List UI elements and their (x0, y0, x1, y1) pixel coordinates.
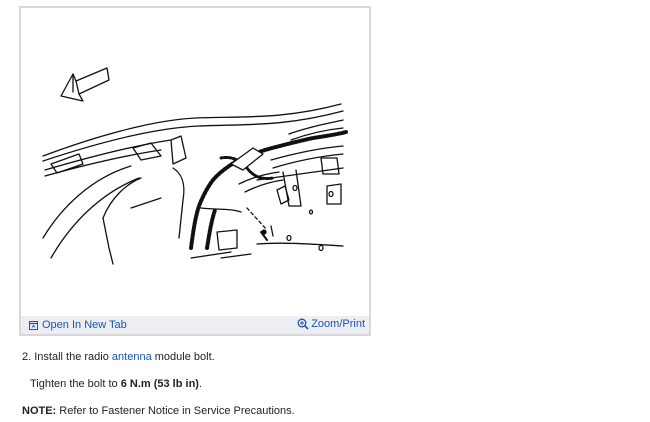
torque-text-after: . (198, 378, 203, 390)
zoom-print-label: Zoom/Print (311, 318, 365, 330)
open-in-new-tab-label: Open In New Tab (42, 319, 127, 331)
figure-toolbar: Open In New Tab Zoom/Print (21, 316, 369, 334)
step-instruction: 2. Install the radio antenna module bolt… (22, 351, 215, 363)
torque-value: 6 N.m (53 lb in) (120, 378, 199, 390)
note-text: Refer to Fastener Notice in Service Prec… (59, 405, 295, 417)
step-text-after: module bolt. (154, 351, 215, 363)
step-number: 2. (22, 351, 32, 363)
torque-instruction: Tighten the bolt to 6 N.m (53 lb in). (30, 378, 202, 390)
zoom-icon (297, 318, 309, 330)
antenna-link[interactable]: antenna (112, 351, 152, 363)
torque-text-before: Tighten the bolt to (30, 378, 118, 390)
step-text-before: Install the radio (34, 351, 109, 363)
zoom-print-link[interactable]: Zoom/Print (297, 318, 365, 330)
open-in-new-tab-link[interactable]: Open In New Tab (29, 319, 127, 331)
note-label: NOTE: (22, 405, 57, 417)
note: NOTE: Refer to Fastener Notice in Servic… (22, 405, 295, 417)
direction-arrow-icon (60, 67, 110, 102)
antenna-module-diagram (42, 67, 348, 265)
open-in-new-tab-icon (29, 320, 38, 330)
figure-card: Open In New Tab Zoom/Print (19, 6, 371, 336)
